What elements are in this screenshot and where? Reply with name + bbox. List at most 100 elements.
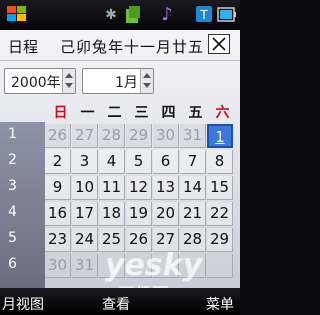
week-number: 2 xyxy=(8,152,17,168)
weekday-header: 日 一 二 三 四 五 六 xyxy=(45,102,240,122)
day-number: 27 xyxy=(155,230,176,248)
day-number: 10 xyxy=(74,178,95,196)
day-number: 28 xyxy=(101,126,122,144)
year-selector[interactable]: 2000年 xyxy=(4,68,76,94)
chevron-down-icon[interactable] xyxy=(65,83,73,88)
lunar-date: 己卯兔年十一月廿五 xyxy=(60,38,205,56)
day-cell[interactable]: 27 xyxy=(72,124,98,148)
day-cell[interactable]: 6 xyxy=(153,150,179,174)
watermark-name: 天极网 xyxy=(118,280,169,288)
day-cell[interactable]: 15 xyxy=(207,176,233,200)
day-number: 1 xyxy=(215,128,225,146)
week-number: 5 xyxy=(8,230,17,246)
week-number: 1 xyxy=(8,126,17,142)
day-cell[interactable]: 31 xyxy=(180,124,206,148)
day-number: 14 xyxy=(182,178,203,196)
chevron-down-icon[interactable] xyxy=(143,83,151,88)
year-value: 2000年 xyxy=(11,75,61,91)
day-cell[interactable]: 30 xyxy=(153,124,179,148)
day-number: 6 xyxy=(160,152,171,170)
day-cell[interactable]: 14 xyxy=(180,176,206,200)
week-number: 4 xyxy=(8,204,17,220)
month-view-softkey[interactable]: 月视图 xyxy=(2,294,44,314)
day-cell[interactable]: 30 xyxy=(45,254,71,278)
day-cell[interactable]: 20 xyxy=(153,202,179,226)
svg-text:T: T xyxy=(199,8,208,22)
day-cell[interactable]: 7 xyxy=(180,150,206,174)
day-cell[interactable]: 10 xyxy=(72,176,98,200)
bluetooth-icon: ✱ xyxy=(105,7,117,23)
calendar-screen: 日程 己卯兔年十一月廿五 2000年 1月 日 一 二 三 四 五 六 1 2 … xyxy=(0,30,240,288)
day-cell[interactable]: 2 xyxy=(45,150,71,174)
menu-softkey[interactable]: 菜单 xyxy=(206,294,234,314)
day-cell[interactable]: 22 xyxy=(207,202,233,226)
status-bar: ✱ ♪ T xyxy=(0,0,240,30)
day-number: 5 xyxy=(133,152,144,170)
day-number: 28 xyxy=(182,230,203,248)
day-number: 30 xyxy=(155,126,176,144)
month-selector[interactable]: 1月 xyxy=(82,68,154,94)
day-cell[interactable]: 28 xyxy=(99,124,125,148)
watermark-brand: yesky xyxy=(105,248,203,283)
month-value: 1月 xyxy=(115,75,138,91)
day-number: 8 xyxy=(214,152,225,170)
day-number: 19 xyxy=(128,204,149,222)
weekday-label: 四 xyxy=(161,105,176,121)
day-cell[interactable]: 5 xyxy=(126,150,152,174)
month-spinner[interactable] xyxy=(140,69,153,93)
day-number: 30 xyxy=(47,256,68,274)
day-cell[interactable]: 29 xyxy=(126,124,152,148)
day-number: 31 xyxy=(74,256,95,274)
day-cell[interactable] xyxy=(207,254,233,278)
view-softkey[interactable]: 查看 xyxy=(102,294,130,314)
week-number-column: 1 2 3 4 5 6 xyxy=(0,122,45,288)
day-cell[interactable]: 21 xyxy=(180,202,206,226)
day-cell[interactable]: 31 xyxy=(72,254,98,278)
day-number: 17 xyxy=(74,204,95,222)
day-number: 18 xyxy=(101,204,122,222)
weekday-label: 日 xyxy=(53,105,68,121)
weekday-label: 六 xyxy=(215,105,230,121)
day-cell[interactable]: 3 xyxy=(72,150,98,174)
day-number: 29 xyxy=(128,126,149,144)
weekday-label: 一 xyxy=(80,105,95,121)
day-cell[interactable]: 19 xyxy=(126,202,152,226)
weekday-label: 五 xyxy=(188,105,203,121)
day-number: 26 xyxy=(128,230,149,248)
music-icon: ♪ xyxy=(161,4,173,25)
day-cell[interactable]: 24 xyxy=(72,228,98,252)
day-cell[interactable]: 9 xyxy=(45,176,71,200)
day-number: 20 xyxy=(155,204,176,222)
battery-icon xyxy=(217,5,237,25)
day-number: 27 xyxy=(74,126,95,144)
day-number: 4 xyxy=(106,152,117,170)
day-number: 7 xyxy=(187,152,198,170)
day-cell[interactable]: 16 xyxy=(45,202,71,226)
day-cell[interactable]: 12 xyxy=(126,176,152,200)
day-cell[interactable]: 8 xyxy=(207,150,233,174)
day-cell[interactable]: 29 xyxy=(207,228,233,252)
day-number: 15 xyxy=(209,178,230,196)
day-cell[interactable]: 23 xyxy=(45,228,71,252)
week-number: 6 xyxy=(8,256,17,272)
chevron-up-icon[interactable] xyxy=(65,73,73,78)
day-cell[interactable]: 17 xyxy=(72,202,98,226)
day-cell[interactable]: 26 xyxy=(45,124,71,148)
chevron-up-icon[interactable] xyxy=(143,73,151,78)
close-button[interactable] xyxy=(208,34,230,54)
day-cell[interactable]: 18 xyxy=(99,202,125,226)
windows-start-icon[interactable] xyxy=(4,5,30,25)
day-number: 13 xyxy=(155,178,176,196)
date-selectors: 2000年 1月 xyxy=(0,68,240,96)
day-number: 11 xyxy=(101,178,122,196)
day-cell[interactable]: 1 xyxy=(207,124,233,148)
day-cell[interactable]: 13 xyxy=(153,176,179,200)
weekday-label: 三 xyxy=(134,105,149,121)
year-spinner[interactable] xyxy=(62,69,75,93)
day-number: 9 xyxy=(52,178,63,196)
title-bar: 日程 己卯兔年十一月廿五 xyxy=(0,30,240,61)
day-number: 21 xyxy=(182,204,203,222)
page-title: 日程 xyxy=(8,38,39,56)
day-cell[interactable]: 4 xyxy=(99,150,125,174)
day-cell[interactable]: 11 xyxy=(99,176,125,200)
